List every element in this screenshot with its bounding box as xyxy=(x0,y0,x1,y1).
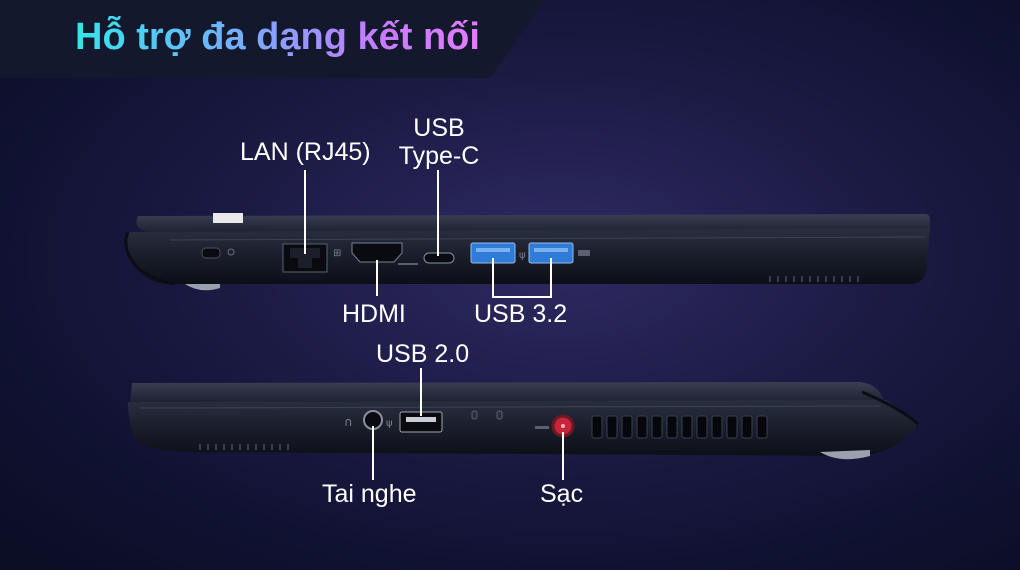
label-hdmi: HDMI xyxy=(342,300,406,328)
svg-text:ψ: ψ xyxy=(386,418,393,429)
laptop-left-side: ⊞ ψ xyxy=(124,213,930,291)
led-indicator-icon xyxy=(471,410,478,420)
usb32-callout-line-2 xyxy=(550,258,552,298)
usbc-callout-line xyxy=(437,170,439,256)
label-charge: Sạc xyxy=(540,480,584,508)
laptop-illustration: ⊞ ψ ∩ ψ xyxy=(124,213,930,460)
label-usb20: USB 2.0 xyxy=(376,340,470,368)
label-usbc-line2: Type-C xyxy=(398,142,480,170)
usb20-callout-line xyxy=(420,368,422,416)
usb-symbol-icon: ψ xyxy=(519,250,526,261)
usb32-callout-line-1 xyxy=(492,258,494,298)
led-indicator-icon xyxy=(496,410,503,420)
label-usbc-line1: USB xyxy=(413,114,465,142)
headphone-icon: ∩ xyxy=(344,415,353,429)
usb-c-port xyxy=(423,252,455,264)
hdmi-callout-line xyxy=(376,260,378,296)
headphone-callout-line xyxy=(372,426,374,480)
kensington-lock-icon xyxy=(201,247,221,259)
usb32-callout-bar xyxy=(492,296,552,298)
charge-callout-line xyxy=(562,432,564,480)
lan-callout-line xyxy=(304,170,306,254)
label-headphone: Tai nghe xyxy=(322,480,417,508)
laptop-right-side: ∩ ψ xyxy=(128,382,919,460)
label-usb32: USB 3.2 xyxy=(474,300,568,328)
label-lan: LAN (RJ45) xyxy=(240,138,371,166)
network-icon: ⊞ xyxy=(333,248,341,259)
